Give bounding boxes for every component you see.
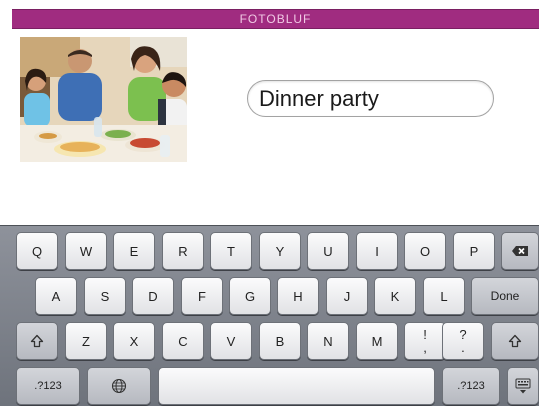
key-exclaim-comma[interactable]: ! ,	[404, 322, 446, 360]
key-x[interactable]: X	[113, 322, 155, 360]
key-w[interactable]: W	[65, 232, 107, 270]
key-o[interactable]: O	[404, 232, 446, 270]
key-a[interactable]: A	[35, 277, 77, 315]
key-n[interactable]: N	[307, 322, 349, 360]
key-g[interactable]: G	[229, 277, 271, 315]
key-i[interactable]: I	[356, 232, 398, 270]
shift-icon	[508, 334, 522, 348]
numbers-key-left[interactable]: .?123	[16, 367, 80, 405]
key-k[interactable]: K	[374, 277, 416, 315]
shift-icon	[30, 334, 44, 348]
keyboard-hide-icon	[515, 378, 531, 394]
key-s[interactable]: S	[84, 277, 126, 315]
key-j[interactable]: J	[326, 277, 368, 315]
numbers-key-right[interactable]: .?123	[442, 367, 500, 405]
caption-field[interactable]: Dinner party	[247, 80, 494, 117]
key-y[interactable]: Y	[259, 232, 301, 270]
key-d[interactable]: D	[132, 277, 174, 315]
space-key[interactable]	[158, 367, 435, 405]
key-p[interactable]: P	[453, 232, 495, 270]
key-c[interactable]: C	[162, 322, 204, 360]
key-l[interactable]: L	[423, 277, 465, 315]
key-f[interactable]: F	[181, 277, 223, 315]
key-t[interactable]: T	[210, 232, 252, 270]
app-title: FOTOBLUF	[239, 12, 312, 26]
key-question-period[interactable]: ? .	[442, 322, 484, 360]
onscreen-keyboard: Q W E R T Y U I O P A S D F G H J K L Do…	[0, 225, 539, 406]
key-q[interactable]: Q	[16, 232, 58, 270]
backspace-icon	[512, 246, 528, 256]
key-v[interactable]: V	[210, 322, 252, 360]
globe-icon	[111, 378, 127, 394]
key-question-bottom: .	[461, 340, 465, 355]
shift-key-left[interactable]	[16, 322, 58, 360]
caption-text: Dinner party	[259, 86, 379, 111]
key-exclaim-bottom: ,	[423, 340, 427, 355]
family-dinner-photo	[20, 37, 187, 162]
backspace-key[interactable]	[501, 232, 539, 270]
key-u[interactable]: U	[307, 232, 349, 270]
key-b[interactable]: B	[259, 322, 301, 360]
hide-keyboard-key[interactable]	[507, 367, 539, 405]
key-m[interactable]: M	[356, 322, 398, 360]
photo-thumbnail[interactable]	[20, 37, 187, 162]
done-key[interactable]: Done	[471, 277, 539, 315]
key-e[interactable]: E	[113, 232, 155, 270]
globe-key[interactable]	[87, 367, 151, 405]
key-r[interactable]: R	[162, 232, 204, 270]
app-header: FOTOBLUF	[12, 9, 539, 29]
key-z[interactable]: Z	[65, 322, 107, 360]
key-h[interactable]: H	[277, 277, 319, 315]
shift-key-right[interactable]	[491, 322, 539, 360]
